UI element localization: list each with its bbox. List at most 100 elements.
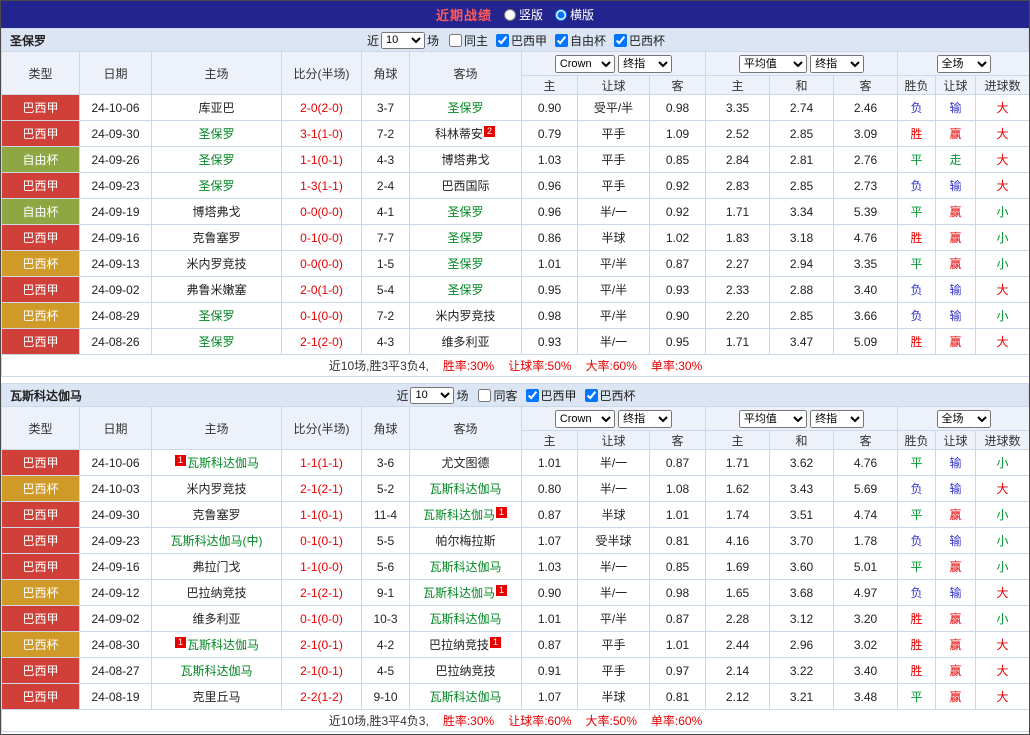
- away-team-name[interactable]: 博塔弗戈: [441, 153, 489, 167]
- home-team-cell: 克鲁塞罗: [152, 502, 282, 528]
- league-filter-checkbox[interactable]: [614, 34, 627, 47]
- score[interactable]: 0-1(0-1): [282, 528, 362, 554]
- score[interactable]: 0-1(0-0): [282, 606, 362, 632]
- home-team-name[interactable]: 瓦斯科达伽马: [187, 456, 259, 470]
- col-home: 主场: [152, 52, 282, 95]
- home-team-name[interactable]: 弗拉门戈: [192, 560, 240, 574]
- away-team-name[interactable]: 尤文图德: [441, 456, 489, 470]
- score[interactable]: 2-1(2-1): [282, 476, 362, 502]
- home-team-name[interactable]: 圣保罗: [198, 335, 234, 349]
- home-team-name[interactable]: 圣保罗: [198, 179, 234, 193]
- home-team-name[interactable]: 圣保罗: [198, 309, 234, 323]
- home-team-name[interactable]: 米内罗竞技: [186, 257, 246, 271]
- away-team-name[interactable]: 米内罗竞技: [435, 309, 495, 323]
- away-team-name[interactable]: 圣保罗: [447, 257, 483, 271]
- home-team-name[interactable]: 圣保罗: [198, 127, 234, 141]
- avg-stage-select[interactable]: 终指: [810, 410, 864, 428]
- away-team-name[interactable]: 瓦斯科达伽马: [429, 560, 501, 574]
- same-venue-filter[interactable]: 同客: [478, 387, 517, 404]
- home-team-name[interactable]: 瓦斯科达伽马(中): [171, 534, 263, 548]
- odds-source-select[interactable]: Crown: [555, 55, 615, 73]
- same-venue-checkbox[interactable]: [478, 389, 491, 402]
- score[interactable]: 2-1(0-1): [282, 658, 362, 684]
- vertical-radio[interactable]: [504, 9, 516, 21]
- league-filter-checkbox[interactable]: [585, 389, 598, 402]
- score[interactable]: 1-3(1-1): [282, 173, 362, 199]
- score[interactable]: 0-0(0-0): [282, 251, 362, 277]
- score[interactable]: 2-0(2-0): [282, 95, 362, 121]
- avg-draw: 3.70: [770, 528, 834, 554]
- layout-option-horizontal[interactable]: 横版: [555, 6, 594, 23]
- score[interactable]: 2-1(0-1): [282, 632, 362, 658]
- home-team-name[interactable]: 弗鲁米嫩塞: [186, 283, 246, 297]
- odds-stage-select[interactable]: 终指: [618, 55, 672, 73]
- league-filter[interactable]: 巴西杯: [585, 387, 636, 404]
- away-team-name[interactable]: 瓦斯科达伽马: [423, 508, 495, 522]
- team-name[interactable]: 圣保罗: [10, 32, 46, 49]
- avg-stage-select[interactable]: 终指: [810, 55, 864, 73]
- away-team-name[interactable]: 瓦斯科达伽马: [423, 586, 495, 600]
- odds-handicap: 平/半: [578, 303, 650, 329]
- score[interactable]: 1-1(0-1): [282, 502, 362, 528]
- home-team-name[interactable]: 瓦斯科达伽马: [187, 638, 259, 652]
- away-team-name[interactable]: 科林蒂安: [435, 127, 483, 141]
- league-filter-checkbox[interactable]: [555, 34, 568, 47]
- horizontal-radio[interactable]: [555, 9, 567, 21]
- home-team-name[interactable]: 博塔弗戈: [192, 205, 240, 219]
- score[interactable]: 2-2(1-2): [282, 684, 362, 710]
- away-team-name[interactable]: 瓦斯科达伽马: [429, 482, 501, 496]
- away-team-name[interactable]: 圣保罗: [447, 205, 483, 219]
- home-team-name[interactable]: 克鲁塞罗: [192, 508, 240, 522]
- score[interactable]: 2-1(2-0): [282, 329, 362, 355]
- away-team-cell: 圣保罗: [410, 251, 522, 277]
- league-filter[interactable]: 巴西甲: [496, 32, 547, 49]
- match-date: 24-09-23: [80, 528, 152, 554]
- away-team-name[interactable]: 圣保罗: [447, 283, 483, 297]
- league-filter-checkbox[interactable]: [526, 389, 539, 402]
- away-team-name[interactable]: 维多利亚: [441, 335, 489, 349]
- away-team-name[interactable]: 帕尔梅拉斯: [435, 534, 495, 548]
- full-match-select[interactable]: 全场: [937, 55, 991, 73]
- score[interactable]: 0-1(0-0): [282, 303, 362, 329]
- league-filter[interactable]: 自由杯: [555, 32, 606, 49]
- away-team-name[interactable]: 圣保罗: [447, 231, 483, 245]
- team-name[interactable]: 瓦斯科达伽马: [10, 387, 82, 404]
- match-count-select[interactable]: 10: [410, 387, 454, 404]
- score[interactable]: 3-1(1-0): [282, 121, 362, 147]
- league-filter-checkbox[interactable]: [496, 34, 509, 47]
- away-team-name[interactable]: 瓦斯科达伽马: [429, 690, 501, 704]
- home-team-name[interactable]: 瓦斯科达伽马: [180, 664, 252, 678]
- home-team-name[interactable]: 库亚巴: [198, 101, 234, 115]
- home-team-name[interactable]: 米内罗竞技: [186, 482, 246, 496]
- avg-source-select[interactable]: 平均值: [739, 410, 807, 428]
- col-home: 主场: [152, 407, 282, 450]
- home-team-name[interactable]: 克里丘马: [192, 690, 240, 704]
- score[interactable]: 2-1(2-1): [282, 580, 362, 606]
- home-team-name[interactable]: 克鲁塞罗: [192, 231, 240, 245]
- score[interactable]: 1-1(1-1): [282, 450, 362, 476]
- layout-option-vertical[interactable]: 竖版: [504, 6, 543, 23]
- odds-handicap: 平手: [578, 147, 650, 173]
- score[interactable]: 2-0(1-0): [282, 277, 362, 303]
- home-team-name[interactable]: 维多利亚: [192, 612, 240, 626]
- away-team-name[interactable]: 巴拉纳竞技: [429, 638, 489, 652]
- same-venue-checkbox[interactable]: [449, 34, 462, 47]
- away-team-name[interactable]: 巴拉纳竞技: [435, 664, 495, 678]
- away-team-name[interactable]: 巴西国际: [441, 179, 489, 193]
- score[interactable]: 1-1(0-0): [282, 554, 362, 580]
- match-count-select[interactable]: 10: [381, 32, 425, 49]
- score[interactable]: 0-1(0-0): [282, 225, 362, 251]
- odds-source-select[interactable]: Crown: [555, 410, 615, 428]
- league-filter[interactable]: 巴西甲: [526, 387, 577, 404]
- league-filter[interactable]: 巴西杯: [614, 32, 665, 49]
- away-team-name[interactable]: 瓦斯科达伽马: [429, 612, 501, 626]
- home-team-name[interactable]: 巴拉纳竞技: [186, 586, 246, 600]
- score[interactable]: 0-0(0-0): [282, 199, 362, 225]
- avg-source-select[interactable]: 平均值: [739, 55, 807, 73]
- full-match-select[interactable]: 全场: [937, 410, 991, 428]
- odds-stage-select[interactable]: 终指: [618, 410, 672, 428]
- home-team-name[interactable]: 圣保罗: [198, 153, 234, 167]
- same-venue-filter[interactable]: 同主: [449, 32, 488, 49]
- score[interactable]: 1-1(0-1): [282, 147, 362, 173]
- away-team-name[interactable]: 圣保罗: [447, 101, 483, 115]
